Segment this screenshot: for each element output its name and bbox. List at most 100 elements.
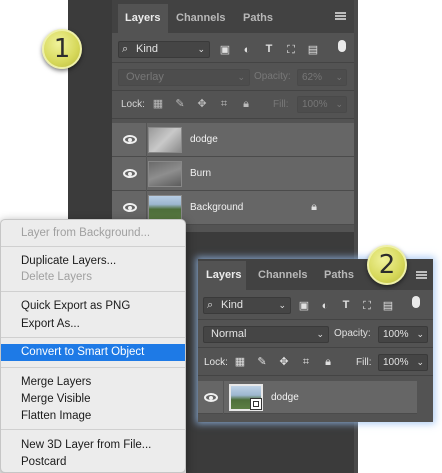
shape-filter-icon[interactable]: ⛶ <box>361 300 373 312</box>
lock-artboard-icon[interactable]: ⌗ <box>300 356 312 368</box>
menu-item-layer-from-background[interactable]: Layer from Background... <box>1 225 185 241</box>
filter-toggle-icon[interactable] <box>338 40 346 52</box>
smart-object-filter-icon[interactable]: ▤ <box>382 300 394 312</box>
shape-filter-icon[interactable]: ⛶ <box>285 44 297 56</box>
filter-kind-label: Kind <box>221 299 244 311</box>
filter-kind-label: Kind <box>136 43 159 55</box>
lock-all-icon[interactable]: 🔒︎ <box>240 98 252 110</box>
divider <box>112 118 354 119</box>
visibility-toggle[interactable] <box>112 157 147 191</box>
opacity-value: 100% <box>383 329 409 340</box>
panel-menu-icon[interactable] <box>416 271 427 279</box>
layer-thumbnail <box>148 195 182 221</box>
layers-panel-after: Layers Channels Paths ⌕ Kind ⌄ ▣ ◐ T ⛶ ▤… <box>198 259 433 422</box>
menu-separator <box>1 429 185 430</box>
tab-layers[interactable]: Layers <box>118 4 168 33</box>
divider <box>198 319 433 320</box>
search-icon: ⌕ <box>207 299 214 311</box>
divider <box>112 90 354 91</box>
tab-paths[interactable]: Paths <box>243 4 283 33</box>
fill-field[interactable]: 100% ⌄ <box>378 354 428 371</box>
visibility-toggle[interactable] <box>198 381 224 414</box>
layer-row-dodge-smart[interactable]: dodge <box>198 381 417 414</box>
opacity-value: 62% <box>302 72 323 83</box>
opacity-label: Opacity: <box>334 328 371 339</box>
menu-item-postcard[interactable]: Postcard <box>1 454 185 470</box>
menu-item-export-as[interactable]: Export As... <box>1 316 185 332</box>
chevron-down-icon: ⌄ <box>237 72 245 82</box>
menu-separator <box>1 337 185 338</box>
layer-name: dodge <box>271 392 299 403</box>
fill-value: 100% <box>302 99 328 110</box>
layer-name: Burn <box>190 168 212 179</box>
lock-all-icon[interactable]: 🔒︎ <box>322 356 334 368</box>
menu-item-new-3d-layer-from-file[interactable]: New 3D Layer from File... <box>1 437 185 453</box>
opacity-label: Opacity: <box>254 71 291 82</box>
chevron-down-icon: ⌄ <box>197 44 205 54</box>
opacity-field[interactable]: 100% ⌄ <box>378 326 428 343</box>
fill-value: 100% <box>383 357 409 368</box>
layer-thumbnail <box>229 384 263 411</box>
lock-position-icon[interactable]: ✥ <box>278 356 290 368</box>
lock-artboard-icon[interactable]: ⌗ <box>218 98 230 110</box>
tab-paths[interactable]: Paths <box>324 261 364 290</box>
lock-label: Lock: <box>204 357 228 368</box>
smart-object-glyph <box>253 401 259 407</box>
chevron-down-icon: ⌄ <box>278 300 286 310</box>
eye-icon <box>123 169 137 178</box>
adjustment-filter-icon[interactable]: ◐ <box>319 300 331 312</box>
blend-mode-select[interactable]: Overlay ⌄ <box>118 69 250 86</box>
tab-layers[interactable]: Layers <box>198 261 246 290</box>
layer-name: Background <box>190 202 244 213</box>
menu-separator <box>1 291 185 292</box>
blend-mode-select[interactable]: Normal ⌄ <box>203 326 329 343</box>
layer-thumbnail <box>148 127 182 153</box>
layer-thumbnail <box>148 161 182 187</box>
lock-transparent-icon[interactable]: ▦ <box>234 356 246 368</box>
type-filter-icon[interactable]: T <box>263 43 275 55</box>
lock-position-icon[interactable]: ✥ <box>196 98 208 110</box>
step-badge-1: 1 <box>42 29 82 69</box>
menu-item-merge-visible[interactable]: Merge Visible <box>1 391 185 407</box>
panel-menu-icon[interactable] <box>335 12 346 20</box>
menu-item-quick-export-png[interactable]: Quick Export as PNG <box>1 298 185 314</box>
chevron-down-icon: ⌄ <box>335 72 343 82</box>
lock-transparent-icon[interactable]: ▦ <box>152 98 164 110</box>
tab-channels[interactable]: Channels <box>176 4 236 33</box>
blend-mode-value: Normal <box>211 328 247 340</box>
filter-kind-select[interactable]: ⌕ Kind ⌄ <box>118 41 210 58</box>
menu-item-duplicate-layers[interactable]: Duplicate Layers... <box>1 253 185 269</box>
blend-mode-value: Overlay <box>126 71 164 83</box>
eye-icon <box>123 203 137 212</box>
divider <box>198 347 433 348</box>
smart-object-filter-icon[interactable]: ▤ <box>307 44 319 56</box>
lock-icon: 🔒︎ <box>311 201 317 213</box>
divider <box>112 62 354 63</box>
adjustment-filter-icon[interactable]: ◐ <box>241 44 253 56</box>
panel-tab-bar: Layers Channels Paths <box>112 0 354 33</box>
menu-item-flatten-image[interactable]: Flatten Image <box>1 408 185 424</box>
type-filter-icon[interactable]: T <box>340 299 352 311</box>
eye-icon <box>123 135 137 144</box>
filter-kind-select[interactable]: ⌕ Kind ⌄ <box>203 297 291 314</box>
tab-channels[interactable]: Channels <box>258 261 318 290</box>
menu-item-delete-layers[interactable]: Delete Layers <box>1 269 185 285</box>
lock-brush-icon[interactable]: ✎ <box>256 356 268 368</box>
layers-context-menu: Layer from Background... Duplicate Layer… <box>0 219 186 473</box>
lock-label: Lock: <box>121 99 145 110</box>
layers-panel-before: Layers Channels Paths ⌕ Kind ⌄ ▣ ◐ T ⛶ ▤… <box>112 0 354 232</box>
fill-field[interactable]: 100% ⌄ <box>297 96 347 113</box>
filter-toggle-icon[interactable] <box>412 296 420 308</box>
opacity-field[interactable]: 62% ⌄ <box>297 69 347 86</box>
pixel-filter-icon[interactable]: ▣ <box>219 44 231 56</box>
pixel-filter-icon[interactable]: ▣ <box>298 300 310 312</box>
menu-item-convert-to-smart-object[interactable]: Convert to Smart Object <box>1 344 185 361</box>
chevron-down-icon: ⌄ <box>316 329 324 339</box>
chevron-down-icon: ⌄ <box>335 99 343 109</box>
menu-item-merge-layers[interactable]: Merge Layers <box>1 374 185 390</box>
lock-brush-icon[interactable]: ✎ <box>174 98 186 110</box>
layer-row-dodge[interactable]: dodge <box>112 123 354 157</box>
layer-name: dodge <box>190 134 218 145</box>
visibility-toggle[interactable] <box>112 123 147 157</box>
layer-row-burn[interactable]: Burn <box>112 157 354 191</box>
